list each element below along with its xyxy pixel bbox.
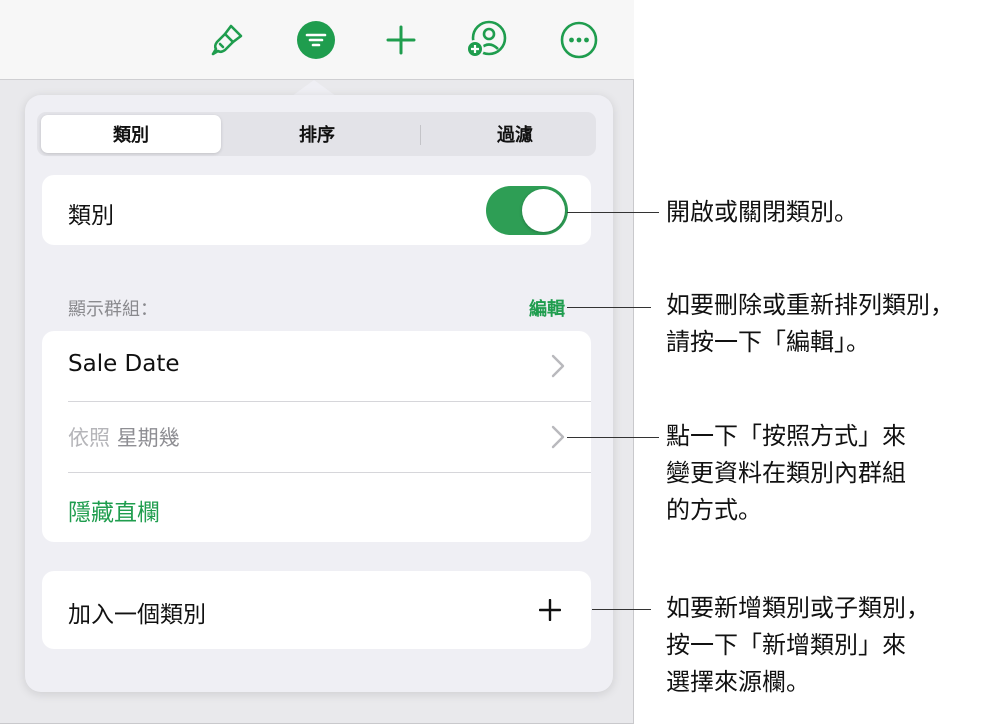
callout-add: 如要新增類別或子類別， 按一下「新增類別」來 選擇來源欄。	[666, 594, 930, 696]
segmented-control: 類別 排序 過濾	[37, 112, 596, 156]
callout-line-add	[592, 609, 651, 610]
section-header: 顯示群組：	[68, 299, 158, 320]
toggle-knob	[522, 189, 565, 232]
callout-line-edit	[567, 307, 651, 308]
group-by-label: 依照 星期幾	[68, 422, 180, 452]
callout-line-group-by	[567, 437, 659, 438]
categories-label: 類別	[68, 203, 114, 229]
collaborate-icon[interactable]	[464, 18, 508, 62]
organize-popover: 類別 排序 過濾 類別 顯示群組： 編輯 Sale Date 依照 星期幾 隱藏…	[25, 95, 613, 692]
segment-divider	[420, 125, 421, 145]
tab-categories[interactable]: 類別	[41, 115, 221, 153]
toolbar	[0, 0, 634, 80]
callout-edit: 如要刪除或重新排列類別， 請按一下「編輯」。	[666, 291, 954, 356]
organize-icon[interactable]	[294, 18, 338, 62]
chevron-right-icon	[551, 354, 565, 378]
add-icon	[539, 599, 561, 621]
hide-column-label: 隱藏直欄	[68, 500, 160, 526]
add-category-card[interactable]: 加入一個類別	[42, 571, 591, 649]
chevron-right-icon	[551, 425, 565, 449]
group-by-value: 星期幾	[116, 426, 180, 450]
group-list-card: Sale Date 依照 星期幾 隱藏直欄	[42, 331, 591, 542]
callout-line-toggle	[567, 212, 659, 213]
group-by-prefix: 依照	[68, 426, 110, 450]
more-icon[interactable]	[557, 18, 601, 62]
edit-button[interactable]: 編輯	[529, 295, 565, 321]
sale-date-label: Sale Date	[68, 351, 180, 377]
list-item-sale-date[interactable]: Sale Date	[42, 331, 591, 401]
categories-toggle[interactable]	[486, 186, 568, 235]
plus-icon[interactable]	[379, 18, 423, 62]
paintbrush-icon[interactable]	[205, 18, 249, 62]
list-item-group-by[interactable]: 依照 星期幾	[42, 402, 591, 472]
callout-toggle: 開啟或關閉類別。	[666, 198, 858, 226]
callout-group-by: 點一下「按照方式」來 變更資料在類別內群組 的方式。	[666, 422, 906, 524]
tab-sort[interactable]: 排序	[227, 115, 407, 153]
categories-toggle-card: 類別	[42, 175, 591, 245]
add-category-label: 加入一個類別	[68, 602, 206, 628]
popover-arrow	[292, 80, 336, 96]
hide-column-button[interactable]: 隱藏直欄	[42, 473, 591, 543]
tab-filter[interactable]: 過濾	[425, 115, 605, 153]
